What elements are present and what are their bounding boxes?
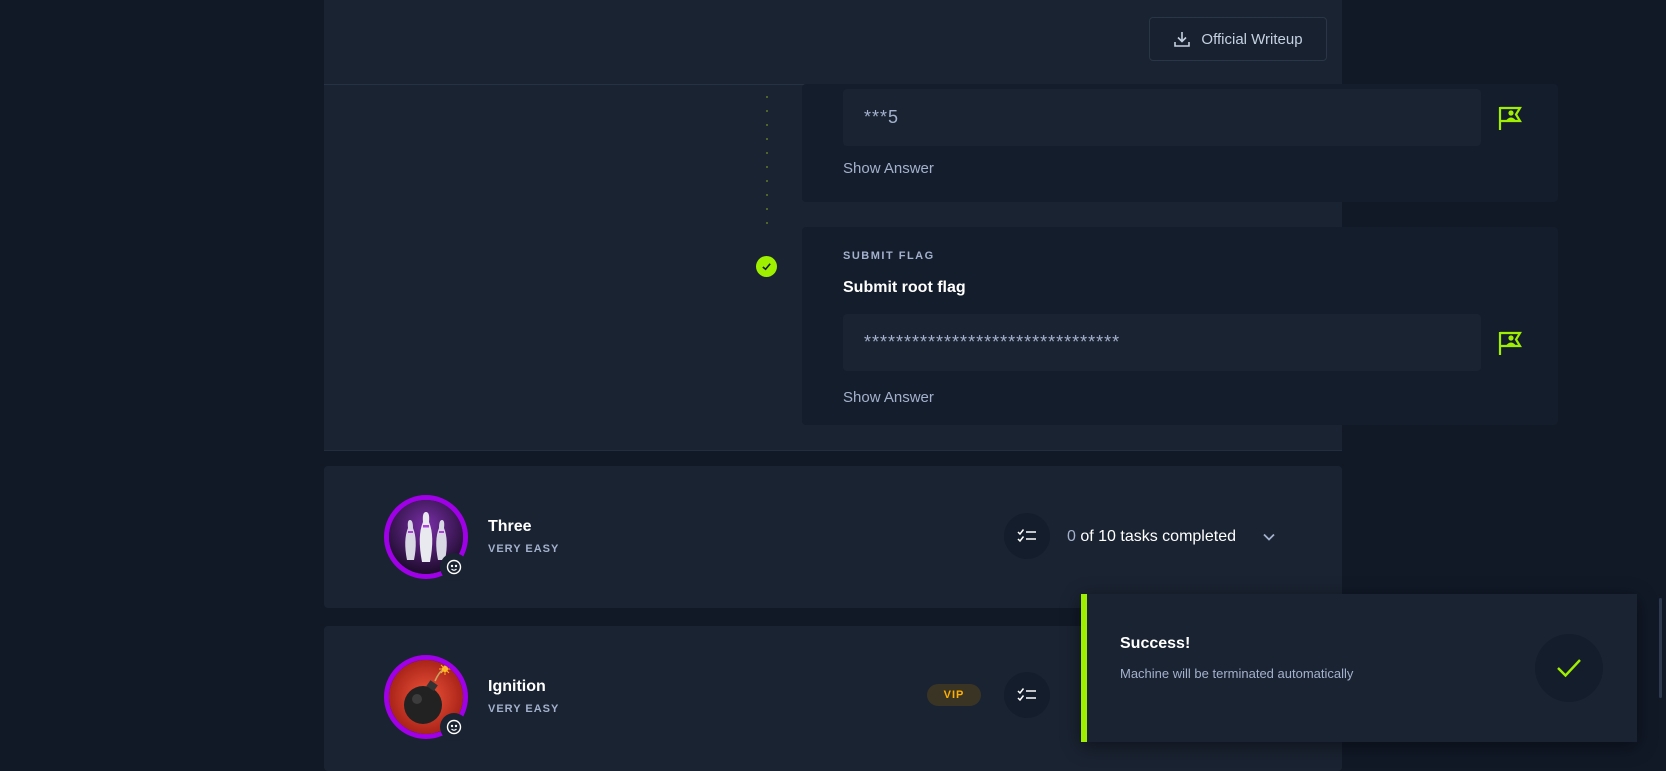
answer-input[interactable]: ***5 <box>843 89 1481 146</box>
task-complete-check <box>756 256 777 277</box>
panel-header: Official Writeup <box>324 0 1342 85</box>
check-icon <box>762 263 771 271</box>
show-answer-link[interactable]: Show Answer <box>843 160 934 177</box>
download-icon <box>1174 32 1191 47</box>
scrollbar-thumb[interactable] <box>1659 598 1662 698</box>
toast-accent-bar <box>1081 594 1087 742</box>
flag-user-icon[interactable] <box>1496 329 1524 357</box>
toast-check-badge <box>1535 634 1603 702</box>
chevron-down-icon[interactable] <box>1262 530 1276 544</box>
task-list-icon <box>1004 672 1050 718</box>
tasks-progress: 0 of 10 tasks completed <box>1067 528 1236 546</box>
timeline-dots <box>766 96 768 236</box>
writeup-label: Official Writeup <box>1201 30 1303 48</box>
machine-name: Ignition <box>488 678 546 695</box>
question-type-label: SUBMIT FLAG <box>843 250 935 262</box>
linux-icon <box>440 713 468 741</box>
machine-difficulty: VERY EASY <box>488 543 560 555</box>
check-icon <box>1557 659 1581 678</box>
machine-name: Three <box>488 518 532 535</box>
machine-avatar <box>384 655 468 741</box>
question-title: Submit root flag <box>843 279 966 296</box>
vip-badge: VIP <box>927 684 981 706</box>
toast-message: Machine will be terminated automatically <box>1120 666 1354 681</box>
show-answer-link[interactable]: Show Answer <box>843 389 934 406</box>
toast-title: Success! <box>1120 635 1191 652</box>
machine-tasks-panel: Official Writeup ***5 Show Answer SUBMIT… <box>324 0 1558 451</box>
tasks-total-text: of 10 tasks completed <box>1075 528 1236 545</box>
flag-input[interactable]: ******************************** <box>843 314 1481 371</box>
success-toast[interactable]: Success! Machine will be terminated auto… <box>1081 594 1637 742</box>
submit-flag-card: SUBMIT FLAG Submit root flag ***********… <box>802 227 1558 425</box>
task-list-icon <box>1004 513 1050 559</box>
machine-difficulty: VERY EASY <box>488 703 560 715</box>
question-card: ***5 Show Answer <box>802 84 1558 202</box>
linux-icon <box>440 553 468 581</box>
machine-card-three[interactable]: Three VERY EASY 0 of 10 tasks completed <box>324 466 1342 608</box>
machine-avatar <box>384 495 468 581</box>
official-writeup-button[interactable]: Official Writeup <box>1149 17 1327 61</box>
flag-user-icon[interactable] <box>1496 104 1524 132</box>
tasks-done-count: 0 <box>1067 528 1076 545</box>
